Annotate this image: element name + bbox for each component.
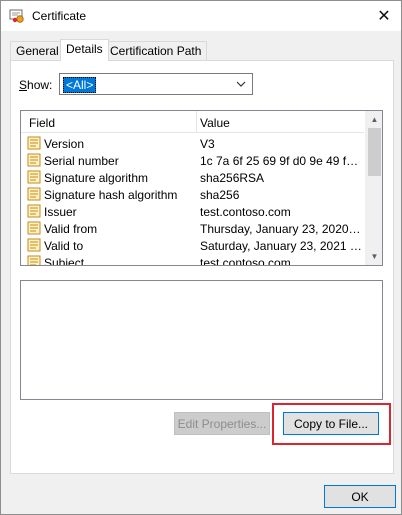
ok-label: OK [351, 489, 369, 504]
field-name: Subject [44, 256, 85, 266]
certificate-field-icon [27, 204, 41, 218]
chevron-down-icon [236, 81, 246, 87]
certificate-field-icon [27, 136, 41, 150]
scroll-down-icon[interactable]: ▼ [366, 248, 382, 265]
tab-general[interactable]: General [10, 41, 65, 60]
fields-list[interactable]: Field Value Version V3 Serial number 1c 7a … [20, 110, 383, 266]
show-label-rest: how: [27, 78, 53, 92]
scroll-thumb[interactable] [368, 128, 381, 176]
show-select-value: <All> [63, 77, 97, 93]
ok-button[interactable]: OK [324, 485, 396, 508]
field-value: test.contoso.com [200, 205, 291, 219]
tab-details[interactable]: Details [60, 39, 109, 61]
certificate-icon [9, 9, 24, 23]
table-row[interactable]: Subject test.contoso.com [21, 254, 364, 266]
certificate-field-icon [27, 221, 41, 235]
field-name: Version [44, 137, 85, 151]
edit-properties-button[interactable]: Edit Properties... [174, 412, 270, 435]
field-value: test.contoso.com [200, 256, 291, 266]
edit-properties-label: Edit Properties... [177, 416, 267, 431]
vertical-scrollbar[interactable]: ▲ ▼ [365, 111, 382, 265]
field-value: V3 [200, 137, 215, 151]
show-select[interactable]: <All> [59, 73, 253, 95]
table-row[interactable]: Signature algorithm sha256RSA [21, 169, 364, 186]
close-icon: ✕ [377, 8, 391, 25]
column-header-value[interactable]: Value [200, 116, 230, 130]
column-header-field[interactable]: Field [29, 116, 55, 130]
highlight-annotation [272, 403, 391, 445]
window-title: Certificate [32, 9, 87, 23]
certificate-field-icon [27, 170, 41, 184]
certificate-field-icon [27, 255, 41, 265]
field-value: sha256RSA [200, 171, 265, 185]
field-value: Saturday, January 23, 2021 5... [200, 239, 362, 253]
field-value: sha256 [200, 188, 240, 202]
table-row[interactable]: Signature hash algorithm sha256 [21, 186, 364, 203]
field-name: Serial number [44, 154, 119, 168]
column-separator[interactable] [196, 111, 197, 133]
field-value: Thursday, January 23, 2020 4... [200, 222, 362, 236]
close-button[interactable]: ✕ [367, 1, 401, 31]
field-detail-box[interactable] [20, 280, 383, 400]
table-row[interactable]: Serial number 1c 7a 6f 25 69 9f d0 9e 49 … [21, 152, 364, 169]
title-bar: Certificate ✕ [1, 1, 401, 31]
field-name: Signature hash algorithm [44, 188, 178, 202]
list-rows: Version V3 Serial number 1c 7a 6f 25 69 9f … [21, 135, 364, 266]
certificate-dialog: Certificate ✕ General Details Certificat… [0, 0, 402, 515]
table-row[interactable]: Valid from Thursday, January 23, 2020 4..… [21, 220, 364, 237]
table-row[interactable]: Issuer test.contoso.com [21, 203, 364, 220]
show-label: Show: [19, 78, 53, 92]
table-row[interactable]: Version V3 [21, 135, 364, 152]
field-name: Valid from [44, 222, 98, 236]
scroll-up-icon[interactable]: ▲ [366, 111, 382, 128]
tab-certification-path[interactable]: Certification Path [104, 41, 208, 60]
table-row[interactable]: Valid to Saturday, January 23, 2021 5... [21, 237, 364, 254]
field-value: 1c 7a 6f 25 69 9f d0 9e 49 f5 ... [200, 154, 362, 168]
certificate-field-icon [27, 153, 41, 167]
list-header: Field Value [21, 111, 364, 133]
field-name: Signature algorithm [44, 171, 149, 185]
certificate-field-icon [27, 187, 41, 201]
field-name: Valid to [44, 239, 84, 253]
field-name: Issuer [44, 205, 77, 219]
certificate-field-icon [27, 238, 41, 252]
